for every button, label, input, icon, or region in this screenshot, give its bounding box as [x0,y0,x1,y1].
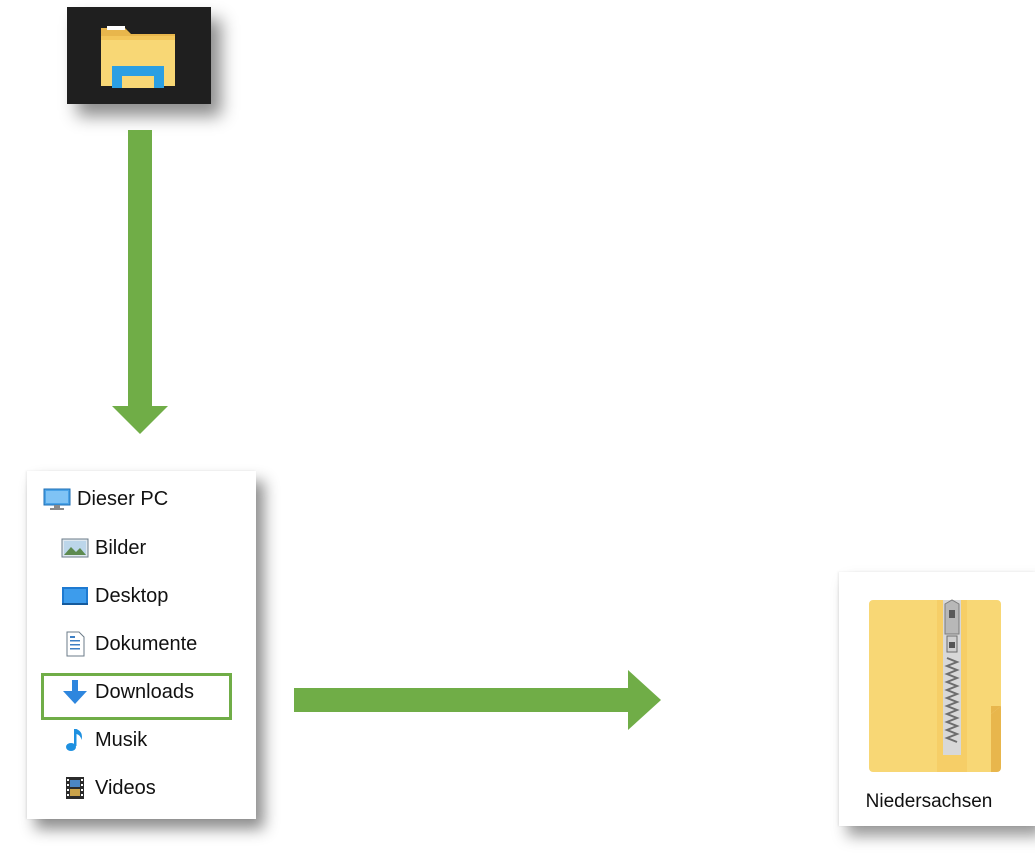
videos-icon [61,775,89,801]
nav-item-label: Desktop [95,584,169,607]
nav-item-label: Musik [95,728,148,751]
this-pc-icon [43,486,71,512]
file-explorer-icon [101,26,175,88]
downloads-highlight [41,673,232,720]
taskbar-file-explorer-button[interactable] [67,7,211,104]
nav-item-videos[interactable]: Videos [61,773,156,803]
nav-item-desktop[interactable]: Desktop [61,581,168,611]
zip-file-name: Niedersachsen [865,791,993,812]
zip-folder-icon [869,599,1001,772]
nav-item-this-pc[interactable]: Dieser PC [43,484,168,514]
nav-item-label: Videos [95,776,156,799]
pictures-icon [61,535,89,561]
documents-icon [61,631,89,657]
right-arrow [294,670,661,730]
music-icon [61,727,89,753]
desktop-icon [61,583,89,609]
nav-item-documents[interactable]: Dokumente [61,629,197,659]
nav-item-music[interactable]: Musik [61,725,147,755]
nav-item-pictures[interactable]: Bilder [61,533,146,563]
zip-file-item[interactable]: Niedersachsen [839,572,1035,826]
nav-item-label: Dieser PC [77,487,169,510]
nav-item-label: Bilder [95,536,147,559]
down-arrow [112,130,168,434]
nav-item-label: Dokumente [95,632,198,655]
